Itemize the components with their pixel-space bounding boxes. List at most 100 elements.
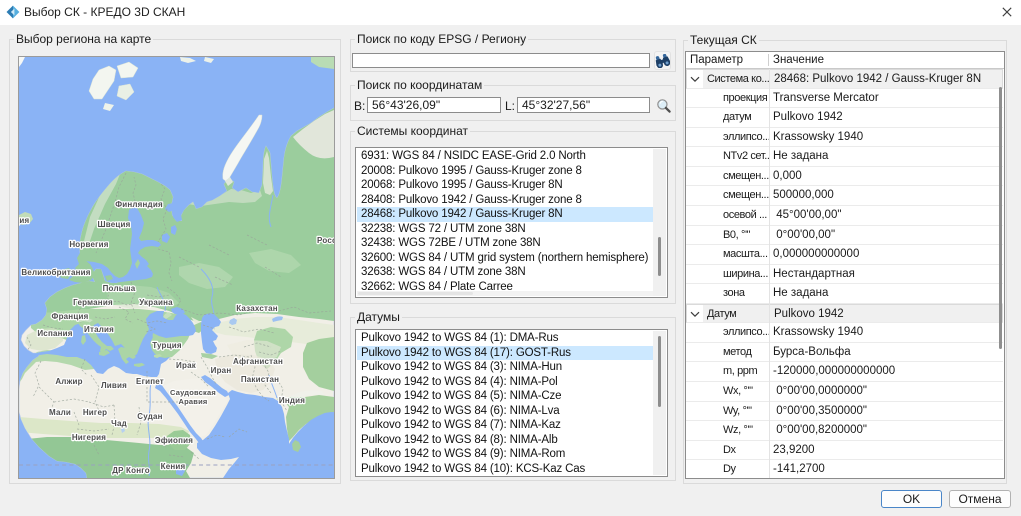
table-row[interactable]: методБурса-Вольфа xyxy=(686,343,1003,363)
latitude-input[interactable]: 56°43'26,09" xyxy=(367,97,501,113)
param-cell: эллипсо... xyxy=(723,131,770,143)
table-row[interactable]: Dy -141,2700 xyxy=(686,460,1003,478)
map-label: Финляндия xyxy=(115,200,163,209)
map-label: Египет xyxy=(136,377,164,386)
map-canvas[interactable]: .lbl { font-family:"Liberation Sans",san… xyxy=(18,56,335,479)
value-cell: 0°00'00,00" xyxy=(773,229,835,241)
systems-hscrollbar-thumb[interactable] xyxy=(358,292,473,295)
param-cell: Dy xyxy=(723,463,736,475)
table-scrollbar-thumb[interactable] xyxy=(999,87,1002,349)
table-row[interactable]: зонаНе задана xyxy=(686,284,1003,304)
magnifier-icon xyxy=(656,98,672,114)
value-cell: -141,2700 xyxy=(773,463,825,475)
datums-list-item[interactable]: Pulkovo 1942 to WGS 84 (4): NIMA-Pol xyxy=(357,375,653,390)
table-row[interactable]: Система ко...28468: Pulkovo 1942 / Gauss… xyxy=(686,69,1003,89)
close-button[interactable] xyxy=(996,1,1018,23)
table-row[interactable]: m, ppm-120000,000000000000 xyxy=(686,362,1003,382)
cancel-button[interactable]: Отмена xyxy=(949,490,1011,508)
table-row[interactable]: датумPulkovo 1942 xyxy=(686,108,1003,128)
epsg-search-input[interactable] xyxy=(352,53,650,68)
longitude-input[interactable]: 45°32'27,56" xyxy=(517,97,650,113)
table-row[interactable]: масшта...0,000000000000 xyxy=(686,245,1003,265)
map-label: Норвегия xyxy=(69,240,108,249)
value-cell: Бурса-Вольфа xyxy=(773,346,851,358)
table-row[interactable]: Dx23,9200 xyxy=(686,441,1003,461)
europe-map: .lbl { font-family:"Liberation Sans",san… xyxy=(19,57,334,478)
latitude-label: B: xyxy=(354,99,365,113)
systems-list-item[interactable]: 32238: WGS 72 / UTM zone 38N xyxy=(357,222,653,237)
datums-list-item[interactable]: Pulkovo 1942 to WGS 84 (3): NIMA-Hun xyxy=(357,360,653,375)
table-row[interactable]: эллипсо...Krassowsky 1940 xyxy=(686,323,1003,343)
map-label: Турция xyxy=(152,341,182,350)
table-row[interactable]: смещен...0,000 xyxy=(686,167,1003,187)
map-label: Казахстан xyxy=(236,304,278,313)
datums-list-item[interactable]: Pulkovo 1942 to WGS 84 (1): DMA-Rus xyxy=(357,331,653,346)
map-label: Алжир xyxy=(55,377,82,386)
map-label: Чад xyxy=(111,419,127,428)
value-cell: Pulkovo 1942 xyxy=(773,111,843,123)
map-label: Пакистан xyxy=(241,375,279,384)
datums-scrollbar-track[interactable] xyxy=(653,331,666,475)
systems-list-item[interactable]: 20068: Pulkovo 1995 / Gauss-Kruger 8N xyxy=(357,178,653,193)
table-scrollbar-track[interactable] xyxy=(996,69,1004,478)
systems-scrollbar-track[interactable] xyxy=(653,149,666,296)
table-row[interactable]: эллипсо...Krassowsky 1940 xyxy=(686,128,1003,148)
param-cell: m, ppm xyxy=(723,365,757,377)
map-label: Исландия xyxy=(19,216,30,225)
param-cell: Система ко... xyxy=(707,73,769,85)
table-row[interactable]: NTv2 сет...Не задана xyxy=(686,147,1003,167)
systems-group-title: Системы координат xyxy=(355,124,470,139)
systems-list-item[interactable]: 28408: Pulkovo 1942 / Gauss-Kruger zone … xyxy=(357,193,653,208)
chevron-down-icon[interactable] xyxy=(690,76,700,83)
ok-button[interactable]: OK xyxy=(881,490,942,508)
param-cell: зона xyxy=(723,287,745,299)
map-label: ДР Конго xyxy=(112,466,150,475)
datums-list-item[interactable]: Pulkovo 1942 to WGS 84 (17): GOST-Rus xyxy=(357,346,653,361)
datums-list-item[interactable]: Pulkovo 1942 to WGS 84 (10): KCS-Kaz Cas xyxy=(357,462,653,476)
param-cell: ширина... xyxy=(723,268,768,280)
table-row[interactable]: осевой ... 45°00'00,00" xyxy=(686,206,1003,226)
datums-list-item[interactable]: Pulkovo 1942 to WGS 84 (5): NIMA-Cze xyxy=(357,389,653,404)
systems-hscrollbar-track[interactable] xyxy=(357,291,653,296)
systems-list-item[interactable]: 32438: WGS 72BE / UTM zone 38N xyxy=(357,236,653,251)
systems-list-item[interactable]: 32600: WGS 84 / UTM grid system (norther… xyxy=(357,251,653,266)
table-row[interactable]: проекцияTransverse Mercator xyxy=(686,89,1003,109)
datums-list[interactable]: Pulkovo 1942 to WGS 84 (1): DMA-RusPulko… xyxy=(355,329,668,477)
datums-list-item[interactable]: Pulkovo 1942 to WGS 84 (6): NIMA-Lva xyxy=(357,404,653,419)
map-label: Эфиопия xyxy=(155,436,193,445)
coord-search-button[interactable] xyxy=(655,97,672,114)
param-cell: B0, °'" xyxy=(723,229,750,241)
table-row[interactable]: ДатумPulkovo 1942 xyxy=(686,304,1003,324)
table-row[interactable]: смещен...500000,000 xyxy=(686,186,1003,206)
value-cell: 0°00'00,0000000" xyxy=(773,385,867,397)
column-gridline xyxy=(769,69,770,478)
column-separator[interactable] xyxy=(768,54,769,66)
systems-list-item[interactable]: 32638: WGS 84 / UTM zone 38N xyxy=(357,265,653,280)
param-column-header: Параметр xyxy=(690,54,743,66)
systems-list-item[interactable]: 6931: WGS 84 / NSIDC EASE-Grid 2.0 North xyxy=(357,149,653,164)
param-cell: эллипсо... xyxy=(723,326,770,338)
epsg-search-button[interactable] xyxy=(654,51,671,70)
table-row[interactable]: B0, °'" 0°00'00,00" xyxy=(686,226,1003,246)
current-cs-group: Текущая СК Параметр Значение Система ко.… xyxy=(683,40,1007,484)
value-cell: 23,9200 xyxy=(773,444,815,456)
epsg-group-title: Поиск по коду EPSG / Региону xyxy=(355,32,528,47)
table-row[interactable]: Wx, °'" 0°00'00,0000000" xyxy=(686,382,1003,402)
map-label: Польша xyxy=(103,284,136,293)
table-row[interactable]: Wy, °'" 0°00'00,3500000" xyxy=(686,402,1003,422)
datums-list-item[interactable]: Pulkovo 1942 to WGS 84 (9): NIMA-Rom xyxy=(357,447,653,462)
systems-list-item[interactable]: 28468: Pulkovo 1942 / Gauss-Kruger 8N xyxy=(357,207,653,222)
table-row[interactable]: Wz, °'" 0°00'00,8200000" xyxy=(686,421,1003,441)
app-logo-icon xyxy=(6,5,20,19)
map-label: Мали xyxy=(49,408,71,417)
systems-scrollbar-thumb[interactable] xyxy=(658,237,661,276)
datums-scrollbar-thumb[interactable] xyxy=(658,336,661,407)
chevron-down-icon[interactable] xyxy=(690,311,700,318)
systems-list-item[interactable]: 20008: Pulkovo 1995 / Gauss-Kruger zone … xyxy=(357,164,653,179)
current-cs-table[interactable]: Параметр Значение Система ко...28468: Pu… xyxy=(685,51,1005,479)
datums-list-item[interactable]: Pulkovo 1942 to WGS 84 (7): NIMA-Kaz xyxy=(357,418,653,433)
param-cell: осевой ... xyxy=(723,209,767,221)
table-row[interactable]: ширина...Нестандартная xyxy=(686,265,1003,285)
datums-list-item[interactable]: Pulkovo 1942 to WGS 84 (8): NIMA-Alb xyxy=(357,433,653,448)
coordinate-systems-list[interactable]: 6931: WGS 84 / NSIDC EASE-Grid 2.0 North… xyxy=(355,147,668,298)
